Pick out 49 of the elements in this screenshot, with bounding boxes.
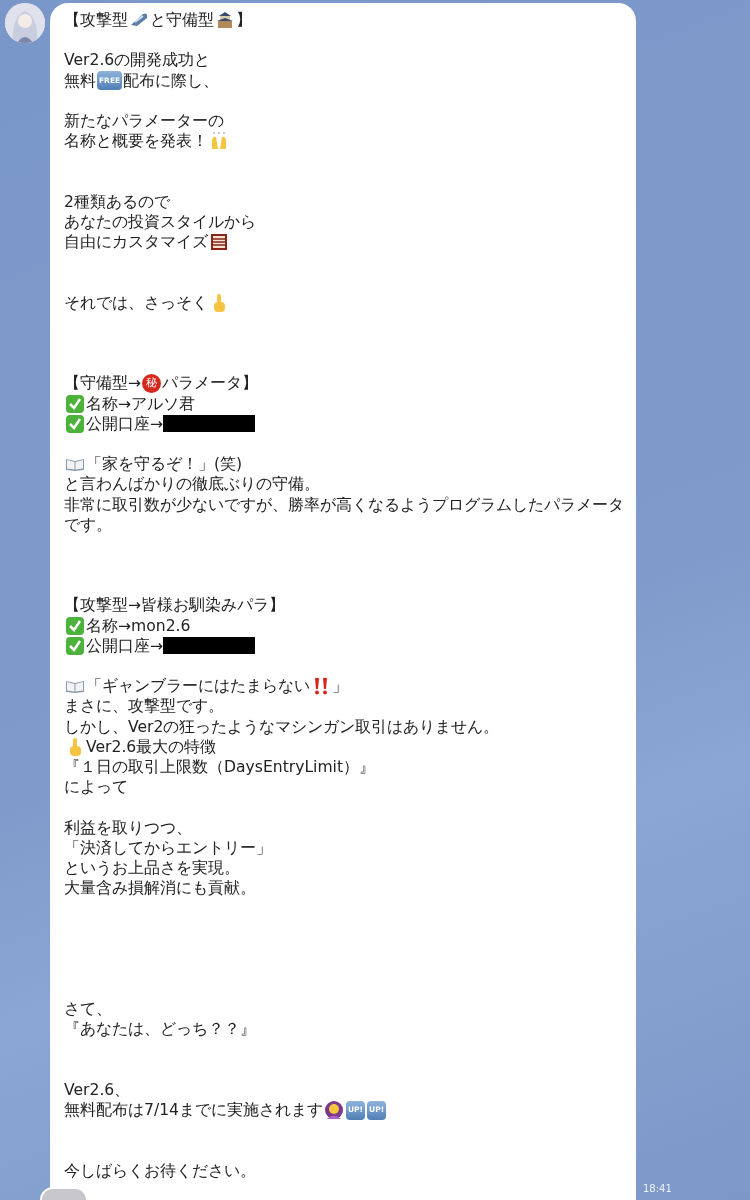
message-text: 『１日の取引上限数（DaysEntryLimit）』 (64, 756, 376, 778)
message-text: Ver2.6、 (64, 1079, 131, 1101)
message-text: Ver2.6の開発成功と (64, 50, 211, 71)
message-text: というお上品さを実現。 (64, 857, 240, 879)
message-text: さて、 (64, 999, 112, 1020)
message-text: 公開口座→ (86, 413, 164, 434)
message-text: 非常に取引数が少ないですが、勝率が高くなるようプログラムしたパラメータ (64, 494, 624, 515)
message-text: 】 (236, 10, 252, 31)
message-text: パラメータ】 (162, 373, 259, 394)
message-text: 名称→アルソ君 (86, 393, 196, 414)
checkmark-icon (65, 635, 85, 656)
message-text: によって (64, 777, 128, 798)
message-text: 大量含み損解消にも貢献。 (64, 878, 256, 899)
message-text: 「ギャンブラーにはたまらない (86, 676, 310, 697)
message-text: Ver2.6最大の特徴 (86, 736, 217, 757)
message-text: 」 (332, 676, 348, 697)
message-time: 18:41 (643, 1183, 672, 1194)
message-text: 2種類あるので (64, 191, 170, 212)
message-text: しかし、Ver2の狂ったようなマシンガン取引はありません。 (64, 716, 500, 737)
message-text: 【攻撃型 (64, 10, 128, 31)
message-text: 『あなたは、どっち？？』 (64, 1019, 256, 1040)
message-text: 自由にカスタマイズ (64, 232, 208, 253)
abacus-icon (209, 232, 229, 253)
message-text: 「家を守るぞ！」(笑) (86, 454, 243, 475)
secret-seal: 秘 (142, 373, 162, 393)
castle-icon (215, 10, 235, 31)
message-text: あなたの投資スタイルから (64, 211, 256, 233)
message-text: 「決済してからエントリー」 (64, 837, 272, 858)
checkmark-icon (65, 393, 85, 414)
message-text: 新たなパラメーターの (64, 110, 224, 132)
message-text: まさに、攻撃型です。 (64, 696, 224, 717)
message-text: 配布に際し、 (123, 70, 220, 91)
message-text: 名称と概要を発表！ (64, 131, 208, 152)
message-text: と守備型 (150, 10, 214, 31)
checkmark-icon (65, 615, 85, 636)
message-text: 利益を取りつつ、 (64, 817, 192, 838)
message-text: 【守備型→ (64, 373, 142, 394)
message-text: 今しばらくお待ください。 (64, 1160, 256, 1181)
avatar[interactable] (5, 3, 45, 43)
message-text: 名称→mon2.6 (86, 615, 191, 636)
checkmark-icon (65, 413, 85, 434)
message-text: それでは、さっそく (64, 292, 208, 313)
message-text: 無料配布は7/14までに実施されます (64, 1100, 324, 1121)
message-text: 公開口座→ (86, 635, 164, 656)
message-text: です。 (64, 514, 112, 535)
message-text: と言わんばかりの徹底ぶりの守備。 (64, 474, 320, 495)
message-text: 【攻撃型→皆様お馴染みパラ】 (64, 595, 286, 616)
message-text: 無料 (64, 70, 96, 91)
avatar[interactable] (40, 1187, 88, 1200)
